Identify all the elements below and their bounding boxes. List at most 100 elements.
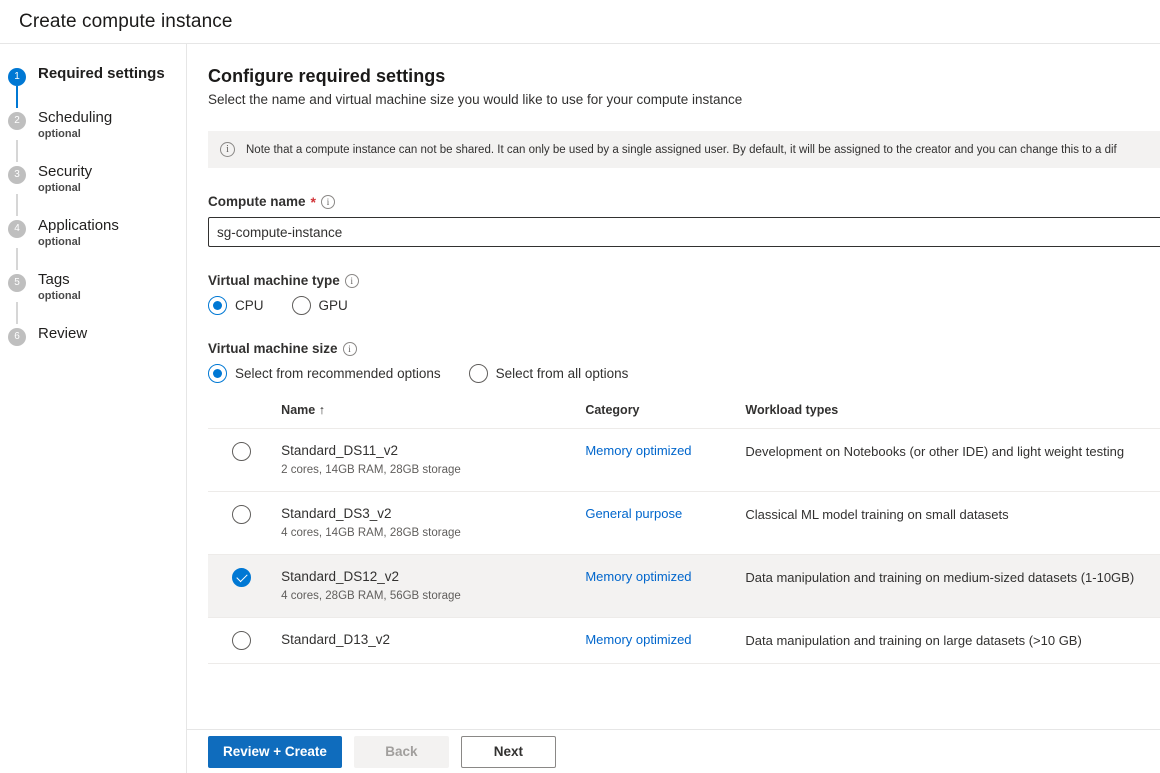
vm-size-label: Virtual machine size i: [208, 341, 1160, 356]
radio-label: Select from all options: [496, 366, 629, 381]
sidebar-step-review[interactable]: 6 Review: [0, 324, 186, 346]
info-icon: i: [220, 142, 235, 157]
sidebar-step-scheduling[interactable]: 2 Scheduling optional: [0, 108, 186, 140]
compute-name-input[interactable]: [208, 217, 1160, 247]
vm-name: Standard_DS12_v2: [281, 568, 585, 585]
wizard-footer: Review + Create Back Next: [187, 729, 1160, 773]
step-number-badge: 6: [8, 328, 26, 346]
header-name[interactable]: Name ↑: [281, 403, 585, 429]
radio-label: GPU: [319, 298, 348, 313]
required-marker: *: [311, 195, 316, 209]
section-subheading: Select the name and virtual machine size…: [208, 91, 1160, 109]
radio-mark: [208, 364, 227, 383]
step-sublabel: optional: [38, 236, 119, 248]
table-row[interactable]: Standard_D13_v2 Memory optimized Data ma…: [208, 618, 1160, 664]
create-compute-instance-page: Create compute instance 1 Required setti…: [0, 0, 1160, 773]
vm-size-field: Virtual machine size i Select from recom…: [208, 341, 1160, 383]
vm-type-radio-group: CPU GPU: [208, 296, 1160, 315]
radio-mark: [208, 296, 227, 315]
wizard-sidebar: 1 Required settings 2 Scheduling optiona…: [0, 44, 187, 773]
category-link[interactable]: Memory optimized: [585, 443, 691, 458]
category-link[interactable]: General purpose: [585, 506, 682, 521]
info-hint-icon[interactable]: i: [321, 195, 335, 209]
row-select-radio[interactable]: [232, 631, 251, 650]
sort-ascending-icon: ↑: [319, 403, 325, 417]
compute-name-label-text: Compute name: [208, 194, 306, 209]
vm-type-label: Virtual machine type i: [208, 273, 1160, 288]
step-label: Review: [38, 324, 87, 343]
step-label: Required settings: [38, 64, 165, 83]
radio-recommended-options[interactable]: Select from recommended options: [208, 364, 441, 383]
compute-name-field: Compute name * i: [208, 194, 1160, 247]
table-row[interactable]: Standard_DS11_v2 2 cores, 14GB RAM, 28GB…: [208, 429, 1160, 492]
step-connector: [0, 194, 18, 216]
header-name-text: Name: [281, 403, 315, 417]
sidebar-step-tags[interactable]: 5 Tags optional: [0, 270, 186, 302]
step-number-badge: 5: [8, 274, 26, 292]
step-sublabel: optional: [38, 128, 112, 140]
review-create-button[interactable]: Review + Create: [208, 736, 342, 768]
vm-size-table: Name ↑ Category Workload types Available…: [208, 403, 1160, 664]
row-select-radio-checked[interactable]: [232, 568, 251, 587]
vm-size-table-wrapper: Name ↑ Category Workload types Available…: [208, 403, 1160, 664]
sidebar-step-required-settings[interactable]: 1 Required settings: [0, 64, 186, 86]
step-sublabel: optional: [38, 182, 92, 194]
back-button: Back: [354, 736, 449, 768]
vm-name: Standard_DS11_v2: [281, 442, 585, 459]
step-label: Tags: [38, 270, 81, 289]
radio-vm-type-cpu[interactable]: CPU: [208, 296, 264, 315]
header-workload[interactable]: Workload types: [745, 403, 1160, 429]
vm-spec: 2 cores, 14GB RAM, 28GB storage: [281, 463, 585, 478]
main-scroll-area: Configure required settings Select the n…: [187, 44, 1160, 729]
page-body: 1 Required settings 2 Scheduling optiona…: [0, 44, 1160, 773]
window-title-bar: Create compute instance: [0, 0, 1160, 44]
table-row-selected[interactable]: Standard_DS12_v2 4 cores, 28GB RAM, 56GB…: [208, 555, 1160, 618]
info-banner-text: Note that a compute instance can not be …: [246, 144, 1117, 156]
step-label: Security: [38, 162, 92, 181]
workload-text: Classical ML model training on small dat…: [745, 507, 1008, 522]
vm-type-label-text: Virtual machine type: [208, 273, 340, 288]
header-select: [208, 403, 281, 429]
table-header-row: Name ↑ Category Workload types Available…: [208, 403, 1160, 429]
step-label: Scheduling: [38, 108, 112, 127]
step-label: Applications: [38, 216, 119, 235]
compute-name-label: Compute name * i: [208, 194, 1160, 209]
step-number-badge: 1: [8, 68, 26, 86]
step-number-badge: 2: [8, 112, 26, 130]
step-sublabel: optional: [38, 290, 81, 302]
sidebar-step-security[interactable]: 3 Security optional: [0, 162, 186, 194]
next-button[interactable]: Next: [461, 736, 556, 768]
info-hint-icon[interactable]: i: [343, 342, 357, 356]
radio-vm-type-gpu[interactable]: GPU: [292, 296, 348, 315]
radio-label: CPU: [235, 298, 264, 313]
vm-name: Standard_D13_v2: [281, 631, 585, 648]
row-select-radio[interactable]: [232, 442, 251, 461]
vm-type-field: Virtual machine type i CPU GPU: [208, 273, 1160, 315]
page-title: Create compute instance: [19, 11, 233, 33]
step-connector: [0, 140, 18, 162]
step-connector: [0, 302, 18, 324]
sidebar-step-applications[interactable]: 4 Applications optional: [0, 216, 186, 248]
workload-text: Data manipulation and training on large …: [745, 633, 1081, 648]
radio-mark: [292, 296, 311, 315]
table-row[interactable]: Standard_DS3_v2 4 cores, 14GB RAM, 28GB …: [208, 492, 1160, 555]
vm-name: Standard_DS3_v2: [281, 505, 585, 522]
category-link[interactable]: Memory optimized: [585, 569, 691, 584]
vm-spec: 4 cores, 28GB RAM, 56GB storage: [281, 589, 585, 604]
main-pane: Configure required settings Select the n…: [187, 44, 1160, 773]
radio-mark: [469, 364, 488, 383]
section-heading: Configure required settings: [208, 66, 1160, 87]
step-connector: [0, 248, 18, 270]
vm-spec: 4 cores, 14GB RAM, 28GB storage: [281, 526, 585, 541]
radio-all-options[interactable]: Select from all options: [469, 364, 629, 383]
header-category[interactable]: Category: [585, 403, 745, 429]
vm-size-label-text: Virtual machine size: [208, 341, 338, 356]
category-link[interactable]: Memory optimized: [585, 632, 691, 647]
row-select-radio[interactable]: [232, 505, 251, 524]
step-number-badge: 4: [8, 220, 26, 238]
workload-text: Development on Notebooks (or other IDE) …: [745, 444, 1124, 459]
info-hint-icon[interactable]: i: [345, 274, 359, 288]
vm-size-radio-group: Select from recommended options Select f…: [208, 364, 1160, 383]
step-number-badge: 3: [8, 166, 26, 184]
info-banner: i Note that a compute instance can not b…: [208, 131, 1160, 168]
